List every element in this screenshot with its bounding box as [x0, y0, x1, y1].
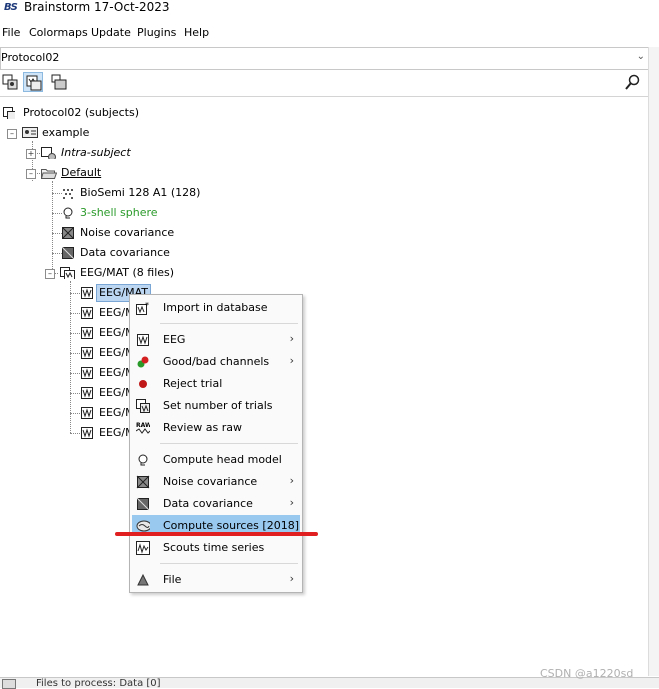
menu-item-good-bad-channels[interactable]: Good/bad channels ›	[132, 351, 300, 372]
status-text: Files to process: Data [0]	[36, 678, 161, 689]
intra-subject-icon	[41, 147, 56, 159]
eeg-file-icon	[81, 327, 93, 339]
submenu-arrow-icon: ›	[289, 572, 294, 585]
view-functional-data-icon	[2, 74, 18, 90]
context-menu: * Import in database EEG › Good/bad chan…	[129, 294, 303, 593]
svg-text:*: *	[145, 301, 149, 310]
menu-help[interactable]: Help	[184, 26, 209, 40]
set-trials-icon	[136, 399, 150, 413]
menu-item-noise-covariance[interactable]: Noise covariance ›	[132, 471, 300, 492]
view-studies-button[interactable]	[49, 72, 69, 92]
window-title: Brainstorm 17-Oct-2023	[24, 0, 170, 14]
eeg-file-icon	[81, 387, 93, 399]
view-subjects-button[interactable]	[23, 72, 43, 92]
menu-item-eeg[interactable]: EEG ›	[132, 329, 300, 350]
scouts-time-series-icon	[136, 541, 150, 555]
svg-text:RAW: RAW	[136, 422, 150, 429]
menu-item-set-trials[interactable]: Set number of trials	[132, 395, 300, 416]
collapse-toggle[interactable]: –	[45, 269, 55, 279]
tree-label: Default	[61, 166, 102, 179]
protocol-select[interactable]: Protocol02 ⌄	[0, 47, 650, 70]
noise-covariance-icon	[62, 227, 74, 239]
collapse-toggle[interactable]: –	[26, 169, 36, 179]
protocol-select-value: Protocol02	[1, 51, 60, 64]
submenu-arrow-icon: ›	[289, 354, 294, 367]
subject-icon	[22, 127, 38, 138]
menu-bar: File Colormaps Update Plugins Help	[0, 24, 659, 44]
view-functional-data-button[interactable]	[0, 72, 20, 92]
data-list-icon	[60, 267, 75, 279]
view-subjects-icon	[26, 75, 42, 91]
brain-sources-icon	[136, 520, 150, 532]
menu-item-reject-trial[interactable]: Reject trial	[132, 373, 300, 394]
explorer-toolbar	[0, 69, 648, 95]
tree-label: Data covariance	[80, 246, 170, 259]
search-button[interactable]	[623, 72, 643, 92]
tree-label: Noise covariance	[80, 226, 175, 239]
menu-item-review-raw[interactable]: RAW Review as raw	[132, 417, 300, 438]
app-logo-icon: BS	[4, 2, 18, 13]
import-icon: *	[136, 301, 149, 315]
tree-label: BioSemi 128 A1 (128)	[80, 186, 201, 199]
head-model-icon	[138, 454, 148, 466]
process-icon[interactable]	[2, 679, 16, 689]
folder-open-icon	[41, 169, 57, 179]
reject-trial-icon	[139, 380, 147, 388]
eeg-file-icon	[81, 367, 93, 379]
noise-covariance-icon	[136, 475, 150, 489]
tree-label: Protocol02 (subjects)	[23, 106, 140, 119]
eeg-file-icon	[81, 347, 93, 359]
menu-item-import[interactable]: * Import in database	[132, 297, 300, 318]
eeg-file-icon	[81, 307, 93, 319]
tree-label: example	[42, 126, 90, 139]
channel-icon	[63, 189, 73, 199]
menu-item-compute-head-model[interactable]: Compute head model	[132, 449, 300, 470]
head-model-icon	[63, 207, 73, 219]
search-icon	[625, 74, 640, 90]
tree-label: 3-shell sphere	[80, 206, 158, 219]
menu-colormaps[interactable]: Colormaps	[29, 26, 88, 40]
review-raw-icon: RAW	[136, 422, 150, 434]
tree-label: Intra-subject	[61, 146, 131, 159]
vertical-scrollbar[interactable]	[648, 47, 659, 676]
eeg-file-icon	[81, 287, 93, 299]
data-covariance-icon	[136, 497, 150, 511]
eeg-icon	[137, 334, 149, 346]
eeg-file-icon	[81, 427, 93, 439]
menu-item-data-covariance[interactable]: Data covariance ›	[132, 493, 300, 514]
eeg-file-icon	[81, 407, 93, 419]
watermark: CSDN @a1220sd	[540, 667, 634, 680]
menu-file[interactable]: File	[2, 26, 20, 40]
protocol-icon	[3, 107, 15, 119]
collapse-toggle[interactable]: –	[7, 129, 17, 139]
menu-item-file[interactable]: File ›	[132, 569, 300, 590]
menu-plugins[interactable]: Plugins	[137, 26, 176, 40]
submenu-arrow-icon: ›	[289, 496, 294, 509]
good-bad-channels-icon	[137, 356, 149, 368]
menu-item-scouts-time-series[interactable]: Scouts time series	[132, 537, 300, 558]
data-covariance-icon	[62, 247, 74, 259]
view-studies-icon	[51, 74, 67, 90]
tree-label: EEG/MAT (8 files)	[80, 266, 175, 279]
submenu-arrow-icon: ›	[289, 474, 294, 487]
red-underline-annotation	[115, 532, 318, 536]
file-tools-icon	[137, 573, 149, 586]
expand-toggle[interactable]: +	[26, 149, 36, 159]
menu-update[interactable]: Update	[91, 26, 131, 40]
submenu-arrow-icon: ›	[289, 332, 294, 345]
database-tree: Protocol02 (subjects) – example + Intra-…	[0, 96, 648, 677]
chevron-down-icon: ⌄	[636, 51, 645, 62]
